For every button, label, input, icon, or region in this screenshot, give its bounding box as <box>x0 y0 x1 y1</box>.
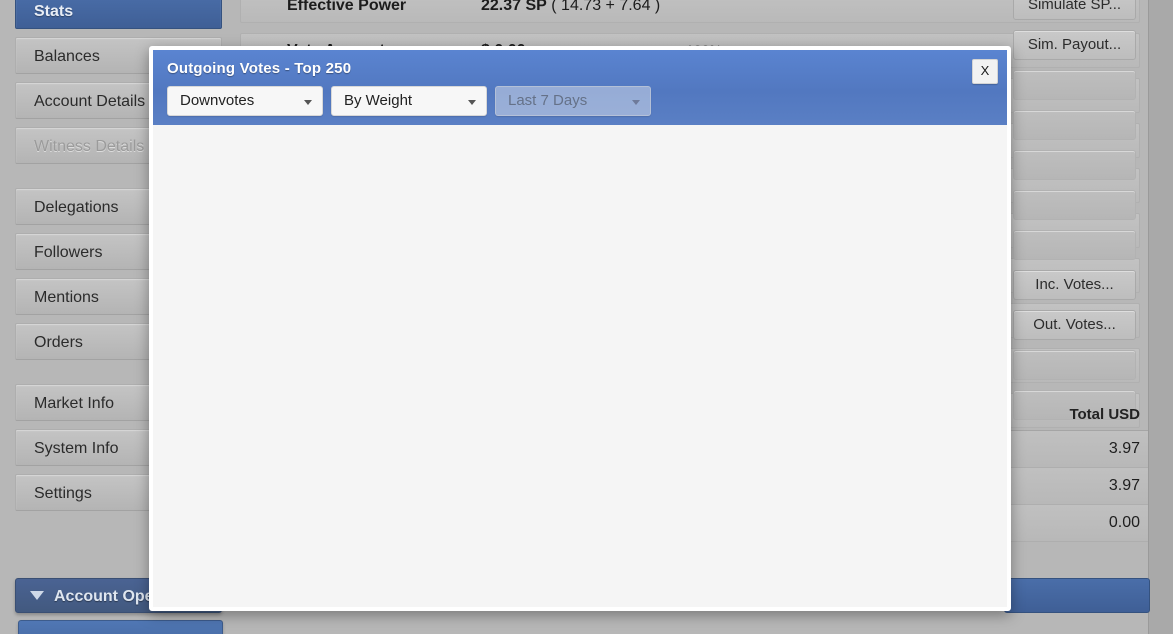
placeholder-button-4 <box>1013 190 1136 220</box>
stat-value: 22.37 SP ( 14.73 + 7.64 ) <box>481 0 660 22</box>
sidebar-item-label: Witness Details <box>34 138 145 155</box>
vote-type-dropdown-value: Downvotes <box>180 92 255 109</box>
stat-value-rest: ( 14.73 + 7.64 ) <box>546 0 661 14</box>
sort-by-dropdown[interactable]: By Weight <box>331 86 487 116</box>
sidebar-item-label: System Info <box>34 440 119 457</box>
dialog-title: Outgoing Votes - Top 250 <box>167 60 352 77</box>
app-root: Stats Balances Account Details Witness D… <box>0 0 1173 634</box>
table-row: 0.00 <box>1000 505 1148 542</box>
close-icon[interactable]: X <box>972 59 998 84</box>
sidebar-item-stats[interactable]: Stats <box>15 0 222 29</box>
simulate-sp-button[interactable]: Simulate SP... <box>1013 0 1136 20</box>
sort-by-dropdown-value: By Weight <box>344 92 413 109</box>
sidebar-item-label: Mentions <box>34 289 99 306</box>
sidebar-item-label: Delegations <box>34 199 119 216</box>
sidebar-item-label: Followers <box>34 244 103 261</box>
sidebar-item-label: Account Details <box>34 93 146 110</box>
bottom-accent-bar <box>1004 578 1150 613</box>
placeholder-button-3 <box>1013 150 1136 180</box>
chevron-down-icon <box>304 100 312 105</box>
sidebar-item-label: Settings <box>34 485 92 502</box>
triangle-down-icon <box>30 591 44 601</box>
stat-row-effective-power: Effective Power 22.37 SP ( 14.73 + 7.64 … <box>240 0 1140 23</box>
stat-label: Effective Power <box>287 0 407 14</box>
vote-type-dropdown[interactable]: Downvotes <box>167 86 323 116</box>
inc-votes-button[interactable]: Inc. Votes... <box>1013 270 1136 300</box>
table-row: 3.97 <box>1000 431 1148 468</box>
placeholder-button-6 <box>1013 350 1136 380</box>
dialog-header: Outgoing Votes - Top 250 X Downvotes By … <box>153 50 1007 125</box>
secondary-accordion-bar[interactable] <box>18 620 223 634</box>
date-range-dropdown: Last 7 Days <box>495 86 651 116</box>
date-range-dropdown-value: Last 7 Days <box>508 92 588 109</box>
placeholder-button-2 <box>1013 110 1136 140</box>
chevron-down-icon <box>468 100 476 105</box>
sidebar-item-label: Balances <box>34 48 100 65</box>
action-button-column: Simulate SP... Sim. Payout... Inc. Votes… <box>1013 0 1136 430</box>
sidebar-item-label: Market Info <box>34 395 115 412</box>
dialog-body <box>153 125 1007 607</box>
sim-payout-button[interactable]: Sim. Payout... <box>1013 30 1136 60</box>
placeholder-button-5 <box>1013 230 1136 260</box>
outgoing-votes-dialog: Outgoing Votes - Top 250 X Downvotes By … <box>149 46 1011 611</box>
chevron-down-icon <box>632 100 640 105</box>
table-row: 3.97 <box>1000 468 1148 505</box>
out-votes-button[interactable]: Out. Votes... <box>1013 310 1136 340</box>
dialog-filter-row: Downvotes By Weight Last 7 Days <box>167 86 651 116</box>
stat-value-bold: 22.37 SP <box>481 0 547 14</box>
totals-header: Total USD <box>1000 400 1148 431</box>
totals-table: Total USD 3.97 3.97 0.00 <box>1000 400 1148 542</box>
sidebar-item-label: Orders <box>34 334 83 351</box>
sidebar-item-label: Stats <box>34 3 74 20</box>
placeholder-button-1 <box>1013 70 1136 100</box>
